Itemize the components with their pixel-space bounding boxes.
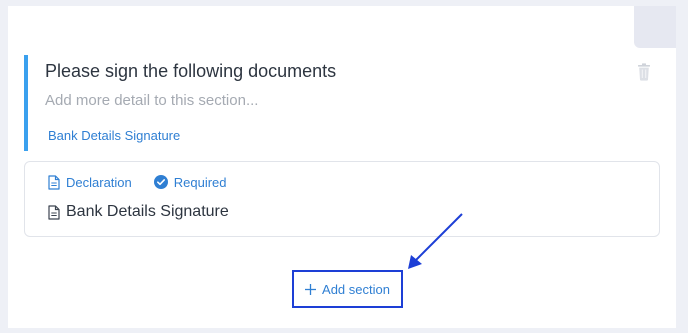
document-name-row: Bank Details Signature (48, 203, 229, 221)
check-circle-icon (153, 175, 168, 189)
document-meta-row: Declaration Required (48, 174, 227, 190)
section-title[interactable]: Please sign the following documents (45, 61, 336, 82)
trash-icon[interactable] (636, 63, 652, 81)
document-icon (48, 204, 60, 220)
required-badge: Required (173, 174, 227, 190)
document-link[interactable]: Bank Details Signature (48, 128, 180, 143)
plus-icon (305, 283, 317, 295)
add-section-button[interactable]: Add section (292, 270, 403, 308)
add-section-label: Add section (322, 281, 390, 297)
document-name: Bank Details Signature (66, 203, 229, 220)
signature-section: Please sign the following documents Add … (24, 55, 660, 151)
document-card[interactable]: Declaration Required Bank Details Signat… (24, 161, 660, 237)
section-accent-bar (24, 55, 28, 151)
section-description-input[interactable]: Add more detail to this section... (45, 92, 258, 109)
document-icon (48, 174, 60, 190)
page-fold-corner (634, 6, 676, 48)
document-type-label: Declaration (66, 174, 132, 190)
